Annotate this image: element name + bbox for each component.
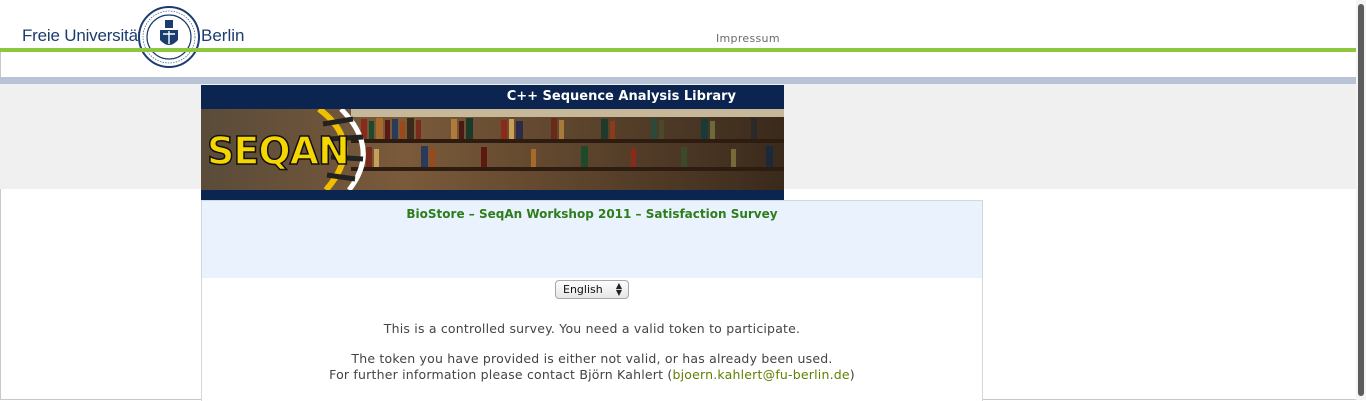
header-blue-rule: [0, 77, 1356, 84]
seqan-logo-text: SEQAN: [206, 128, 350, 174]
site-header: Freie Universität Berlin Impressum: [0, 0, 1356, 68]
language-select[interactable]: English ▲ ▼: [555, 280, 629, 299]
language-select-value: English: [563, 283, 603, 296]
survey-header: BioStore – SeqAn Workshop 2011 – Satisfa…: [202, 201, 982, 278]
select-arrows-icon: ▲ ▼: [615, 281, 622, 297]
controlled-survey-message: This is a controlled survey. You need a …: [383, 321, 801, 336]
banner-bottom-bar: [201, 190, 784, 200]
contact-message: For further information please contact B…: [202, 367, 982, 382]
vertical-scrollbar-thumb[interactable]: [1358, 4, 1364, 396]
contact-suffix: ): [849, 367, 855, 382]
impressum-link[interactable]: Impressum: [716, 32, 780, 45]
seqan-banner: C++ Sequence Analysis Library SEQAN: [201, 85, 784, 200]
contact-prefix: For further information please contact B…: [329, 367, 673, 382]
banner-title-bar: C++ Sequence Analysis Library: [201, 85, 784, 109]
invalid-token-message: The token you have provided is either no…: [351, 351, 833, 366]
survey-panel: BioStore – SeqAn Workshop 2011 – Satisfa…: [201, 200, 983, 401]
university-seal-logo[interactable]: [138, 6, 200, 68]
contact-email-link[interactable]: bjoern.kahlert@fu-berlin.de: [672, 367, 849, 382]
brand-name-left: Freie Universität: [22, 26, 143, 45]
brand-name-right: Berlin: [201, 26, 245, 45]
header-green-rule: [0, 48, 1356, 52]
survey-title: BioStore – SeqAn Workshop 2011 – Satisfa…: [406, 207, 778, 221]
banner-title: C++ Sequence Analysis Library: [506, 89, 736, 104]
